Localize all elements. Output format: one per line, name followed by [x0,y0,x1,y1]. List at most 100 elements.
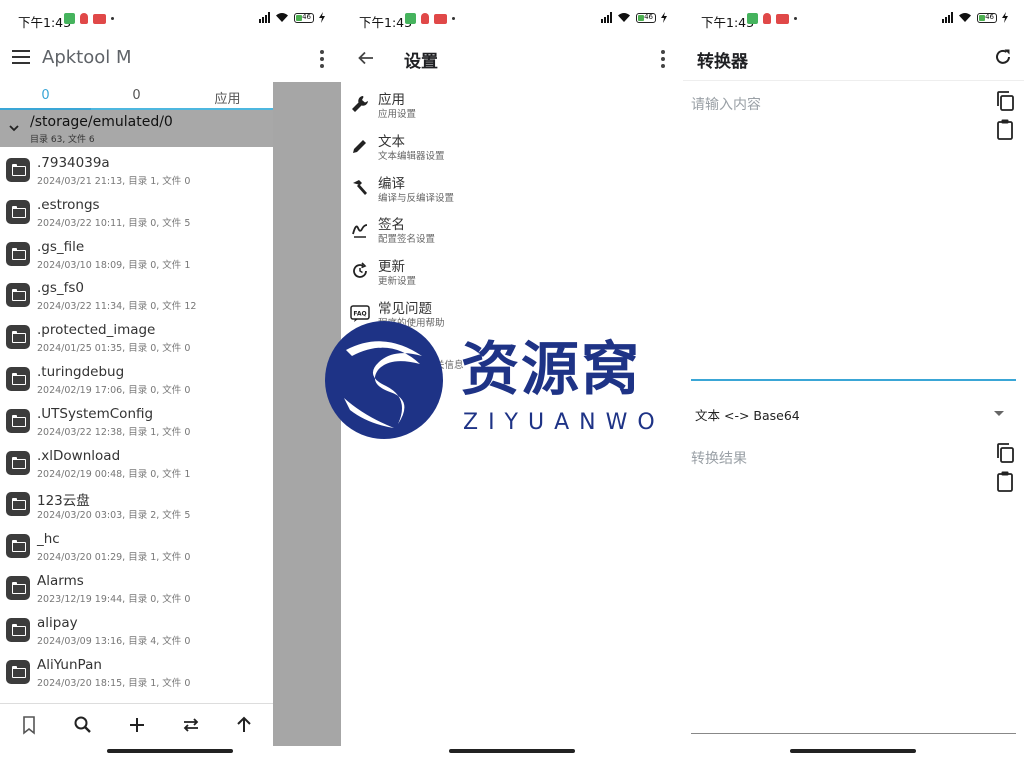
settings-item-subtitle: 应用设置 [378,109,417,120]
wifi-icon [275,12,289,23]
signal-icon [942,12,953,23]
paste-icon[interactable] [995,470,1015,492]
current-path-header[interactable]: /storage/emulated/0 目录 63, 文件 6 [0,110,273,147]
settings-item-subtitle: 配置签名设置 [378,234,436,246]
list-item[interactable]: alipay 2024/03/09 13:16, 目录 4, 文件 0 [0,609,273,651]
folder-icon [6,199,30,224]
page-title: 转换器 [697,52,748,72]
arrow-up-icon[interactable] [234,715,254,735]
settings-item-app[interactable]: 应用 应用设置 [341,86,683,128]
folder-icon [6,534,30,559]
battery-icon: 46 [977,12,997,23]
list-item[interactable]: 123云盘 2024/03/20 03:03, 目录 2, 文件 5 [0,483,273,525]
conversion-mode-select[interactable]: 文本 <-> Base64 [691,398,1016,428]
signal-icon [601,12,612,23]
list-item[interactable]: _hc 2024/03/20 01:29, 目录 1, 文件 0 [0,525,273,567]
path-meta: 目录 63, 文件 6 [30,135,95,145]
notification-icons [747,13,797,24]
file-meta: 2024/03/20 01:29, 目录 1, 文件 0 [37,552,191,564]
signal-icon [259,12,270,23]
settings-item-subtitle: 编译与反编译设置 [378,192,455,204]
file-name: alipay [37,614,78,631]
tab-storage-2[interactable]: 0 [91,82,182,108]
file-name: .protected_image [37,322,156,339]
file-meta: 2023/12/19 19:44, 目录 0, 文件 0 [37,593,191,605]
storage-tabs: 0 0 应用 [0,82,273,110]
menu-icon[interactable] [12,49,30,65]
signature-icon [352,224,368,239]
file-name: AliYunPan [37,656,102,673]
home-indicator[interactable] [107,749,233,753]
battery-icon: 46 [636,12,656,23]
folder-icon [6,325,30,350]
home-indicator[interactable] [790,749,916,753]
settings-item-faq[interactable]: FAQ 常见问题 程序的使用帮助 [341,295,683,337]
charging-icon [661,12,667,23]
file-meta: 2024/03/20 18:15, 目录 1, 文件 0 [37,677,191,689]
list-item[interactable]: .protected_image 2024/01/25 01:35, 目录 0, … [0,316,273,358]
svg-text:FAQ: FAQ [353,310,366,317]
file-meta: 2024/03/22 10:11, 目录 0, 文件 5 [37,217,191,229]
bookmark-icon[interactable] [19,715,39,735]
swap-icon[interactable] [181,715,201,735]
list-item[interactable]: .turingdebug 2024/02/19 17:06, 目录 0, 文件 0 [0,358,273,400]
battery-icon: 46 [294,12,314,23]
list-item[interactable]: .gs_file 2024/03/10 18:09, 目录 0, 文件 1 [0,233,273,275]
settings-item-compile[interactable]: 编译 编译与反编译设置 [341,170,683,212]
list-item[interactable]: .estrongs 2024/03/22 10:11, 目录 0, 文件 5 [0,191,273,233]
update-icon [353,262,367,279]
file-name: Alarms [37,572,84,589]
list-item[interactable]: .UTSystemConfig 2024/03/22 12:38, 目录 1, 文… [0,400,273,442]
more-options-icon[interactable] [659,48,667,68]
file-meta: 2024/03/20 03:03, 目录 2, 文件 5 [37,510,191,522]
result-field[interactable]: 转换结果 [691,438,1016,734]
folder-icon [6,408,30,433]
folder-icon [6,492,30,517]
settings-item-subtitle: 更新设置 [378,276,417,288]
settings-item-about[interactable]: ? 关于作者和相关信息 [341,337,683,379]
wifi-icon [617,12,631,23]
file-meta: 2024/03/22 12:38, 目录 1, 文件 0 [37,426,191,438]
tab-storage-1[interactable]: 0 [0,82,91,110]
copy-icon[interactable] [995,442,1015,464]
paste-icon[interactable] [995,118,1015,140]
home-indicator[interactable] [449,749,575,753]
list-item[interactable]: Alarms 2023/12/19 19:44, 目录 0, 文件 0 [0,567,273,609]
drawer-scrim[interactable] [273,82,341,746]
file-meta: 2024/02/19 00:48, 目录 0, 文件 1 [37,468,191,480]
folder-icon [6,283,30,308]
list-item[interactable]: .7934039a 2024/03/21 21:13, 目录 1, 文件 0 [0,149,273,191]
settings-item-title: 常见问题 [378,300,432,317]
file-meta: 2024/02/19 17:06, 目录 0, 文件 0 [37,384,191,396]
hammer-icon [353,179,367,195]
settings-item-title: 更新 [378,259,405,276]
notification-icons [64,13,114,24]
settings-item-subtitle: 关于作者和相关信息 [378,359,464,371]
conversion-mode-value: 文本 <-> Base64 [695,408,800,423]
file-meta: 2024/03/10 18:09, 目录 0, 文件 1 [37,259,191,271]
copy-icon[interactable] [995,90,1015,112]
arrow-back-icon[interactable] [357,49,375,67]
list-item[interactable]: AliYunPan 2024/03/20 18:15, 目录 1, 文件 0 [0,651,273,693]
settings-screen: 下午1:43 46 设置 应用 应用设置 文本 文本编辑器设置 编译 编译与反编… [341,0,683,759]
settings-item-title: 签名 [378,217,405,234]
input-field[interactable]: 请输入内容 [691,84,1016,381]
file-name: 123云盘 [37,493,90,510]
settings-item-text[interactable]: 文本 文本编辑器设置 [341,128,683,170]
more-options-icon[interactable] [318,48,326,68]
folder-icon [6,366,30,391]
wifi-icon [958,12,972,23]
tab-apps[interactable]: 应用 [182,82,273,108]
refresh-icon[interactable] [994,48,1012,66]
list-item[interactable]: .xlDownload 2024/02/19 00:48, 目录 0, 文件 1 [0,442,273,484]
page-title: 设置 [404,52,438,72]
top-app-bar: 设置 [341,38,683,80]
notification-icons [405,13,455,24]
status-bar: 下午1:43 46 [0,0,341,38]
add-icon[interactable] [127,715,147,735]
settings-item-signing[interactable]: 签名 配置签名设置 [341,211,683,253]
settings-item-update[interactable]: 更新 更新设置 [341,253,683,295]
search-icon[interactable] [73,715,93,735]
list-item[interactable]: .gs_fs0 2024/03/22 11:34, 目录 0, 文件 12 [0,274,273,316]
status-bar: 下午1:43 46 [341,0,683,38]
